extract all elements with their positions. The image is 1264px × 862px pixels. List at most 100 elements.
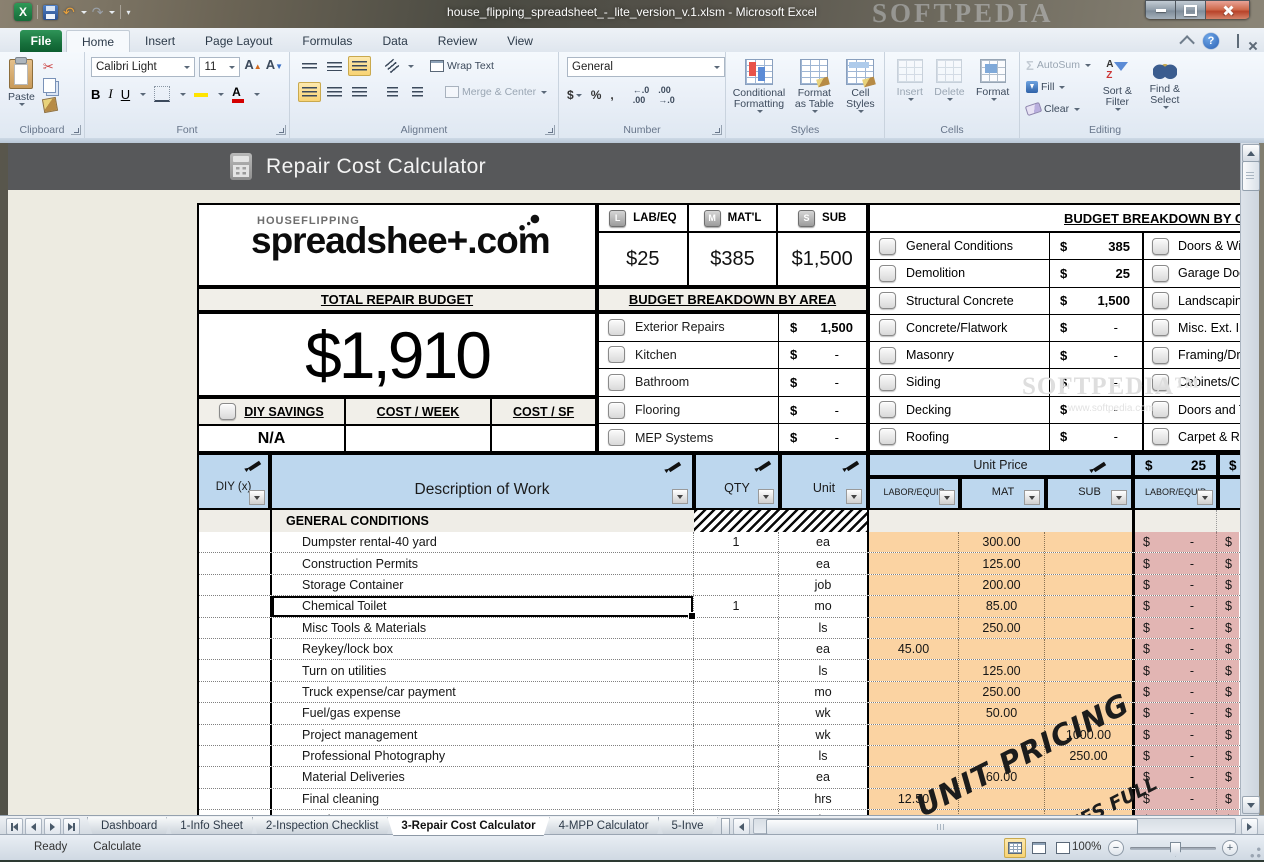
mat-price-cell[interactable]: 250.00: [959, 618, 1045, 638]
align-center-button[interactable]: [323, 82, 346, 102]
cost-key-lab-eq[interactable]: LLAB/EQ: [599, 205, 687, 231]
labor-total-cell[interactable]: $-: [1132, 703, 1217, 723]
percent-style-button[interactable]: %: [591, 88, 602, 102]
cost-key-value-lab-eq[interactable]: $25: [599, 233, 687, 285]
shrink-font-button[interactable]: A▼: [266, 57, 283, 77]
font-name-select[interactable]: Calibri Light: [91, 57, 195, 77]
doc-restore-button[interactable]: [1237, 36, 1239, 47]
accounting-format-button[interactable]: $: [567, 88, 582, 102]
mat-price-cell[interactable]: [959, 746, 1045, 766]
checkbox-icon[interactable]: [879, 292, 896, 309]
align-bottom-button[interactable]: [348, 56, 371, 76]
description-cell[interactable]: Turn on utilities: [270, 660, 694, 680]
checkbox-icon[interactable]: [1152, 319, 1169, 336]
qty-cell[interactable]: [694, 682, 779, 702]
checkbox-icon[interactable]: [879, 347, 896, 364]
category-left-cell[interactable]: Siding: [870, 369, 1049, 395]
checkbox-icon[interactable]: [1152, 401, 1169, 418]
labor-price-cell[interactable]: [867, 767, 959, 787]
labor-total-cell[interactable]: $-: [1132, 789, 1217, 809]
header-partial-total[interactable]: $: [1218, 453, 1240, 477]
diy-cell[interactable]: [199, 553, 270, 573]
partial-total-cell[interactable]: $: [1217, 682, 1239, 702]
labor-total-cell[interactable]: $-: [1132, 532, 1217, 552]
italic-button[interactable]: I: [108, 86, 112, 102]
qty-cell[interactable]: 1: [694, 596, 779, 616]
partial-total-cell[interactable]: $: [1217, 746, 1239, 766]
number-format-select[interactable]: General: [567, 57, 725, 77]
insert-cells-button[interactable]: Insert: [895, 56, 925, 118]
category-value-cell[interactable]: $-: [1049, 369, 1142, 395]
diy-cell[interactable]: [199, 767, 270, 787]
description-cell[interactable]: Reykey/lock box: [270, 639, 694, 659]
labor-total-cell[interactable]: $-: [1132, 660, 1217, 680]
header-mat[interactable]: MAT: [960, 477, 1046, 510]
sheet-tab-3-repair-cost-calculator[interactable]: 3-Repair Cost Calculator: [387, 817, 549, 836]
total-budget-header[interactable]: TOTAL REPAIR BUDGET: [197, 287, 597, 312]
header-description-column[interactable]: Description of Work: [270, 453, 694, 510]
align-left-button[interactable]: [298, 82, 321, 102]
cost-key-sub[interactable]: SSUB: [776, 205, 866, 231]
decrease-indent-button[interactable]: [381, 82, 404, 102]
labor-price-cell[interactable]: [867, 703, 959, 723]
unit-cell[interactable]: job: [779, 575, 867, 595]
merge-center-button[interactable]: Merge & Center: [445, 82, 547, 102]
labor-total-cell[interactable]: $-: [1132, 618, 1217, 638]
qty-cell[interactable]: [694, 746, 779, 766]
checkbox-icon[interactable]: [608, 319, 625, 336]
labor-price-cell[interactable]: [867, 660, 959, 680]
resize-grip[interactable]: [1249, 846, 1262, 859]
labor-price-cell[interactable]: [867, 575, 959, 595]
sub-price-cell[interactable]: 1000.00: [1045, 725, 1132, 745]
prev-sheet-button[interactable]: [25, 818, 42, 835]
filter-button[interactable]: [1024, 490, 1040, 505]
checkbox-icon[interactable]: [879, 428, 896, 445]
font-dialog-launcher[interactable]: [276, 125, 286, 135]
filter-button[interactable]: [672, 489, 688, 504]
align-top-button[interactable]: [298, 56, 321, 76]
checkbox-icon[interactable]: [608, 429, 625, 446]
partial-total-cell[interactable]: $: [1217, 596, 1239, 616]
sub-price-cell[interactable]: 250.00: [1045, 746, 1132, 766]
category-value-cell[interactable]: $25: [1049, 260, 1142, 286]
partial-total-cell[interactable]: $: [1217, 639, 1239, 659]
fill-color-button[interactable]: [194, 92, 208, 97]
mat-price-cell[interactable]: [959, 725, 1045, 745]
paste-button[interactable]: Paste: [6, 56, 37, 118]
first-sheet-button[interactable]: [6, 818, 23, 835]
checkbox-icon[interactable]: [879, 238, 896, 255]
ribbon-tab-view[interactable]: View: [492, 30, 548, 52]
category-right-cell[interactable]: Doors & Windows: [1142, 233, 1240, 259]
labor-price-cell[interactable]: [867, 746, 959, 766]
partial-total-cell[interactable]: $: [1217, 725, 1239, 745]
category-value-cell[interactable]: $-: [1049, 397, 1142, 423]
find-select-button[interactable]: Find & Select: [1144, 56, 1186, 118]
category-value-cell[interactable]: $-: [1049, 342, 1142, 368]
increase-indent-button[interactable]: [406, 82, 429, 102]
diy-cell[interactable]: [199, 639, 270, 659]
section-total-cell[interactable]: [1132, 510, 1217, 532]
unit-cell[interactable]: ls: [779, 618, 867, 638]
header-labor-total[interactable]: $25: [1133, 453, 1218, 477]
copy-button[interactable]: [43, 78, 56, 93]
zoom-slider[interactable]: [1130, 847, 1216, 850]
format-cells-button[interactable]: Format: [974, 56, 1011, 118]
section-partial-cell[interactable]: [1217, 510, 1239, 532]
description-cell[interactable]: Truck expense/car payment: [270, 682, 694, 702]
checkbox-icon[interactable]: [608, 402, 625, 419]
sub-price-cell[interactable]: [1045, 532, 1132, 552]
category-left-cell[interactable]: General Conditions: [870, 233, 1049, 259]
filter-button[interactable]: [939, 490, 955, 505]
checkbox-icon[interactable]: [1152, 265, 1169, 282]
calculate-button[interactable]: Calculate: [93, 841, 141, 853]
ribbon-tab-insert[interactable]: Insert: [130, 30, 190, 52]
category-right-cell[interactable]: Landscaping: [1142, 288, 1240, 314]
header-unit-price[interactable]: Unit Price: [868, 453, 1133, 477]
category-right-cell[interactable]: Carpet & Refinish: [1142, 424, 1240, 450]
next-sheet-button[interactable]: [44, 818, 61, 835]
last-sheet-button[interactable]: [63, 818, 80, 835]
labor-total-cell[interactable]: $-: [1132, 596, 1217, 616]
checkbox-icon[interactable]: [879, 374, 896, 391]
wrap-text-button[interactable]: Wrap Text: [430, 56, 494, 76]
ribbon-tab-data[interactable]: Data: [367, 30, 422, 52]
